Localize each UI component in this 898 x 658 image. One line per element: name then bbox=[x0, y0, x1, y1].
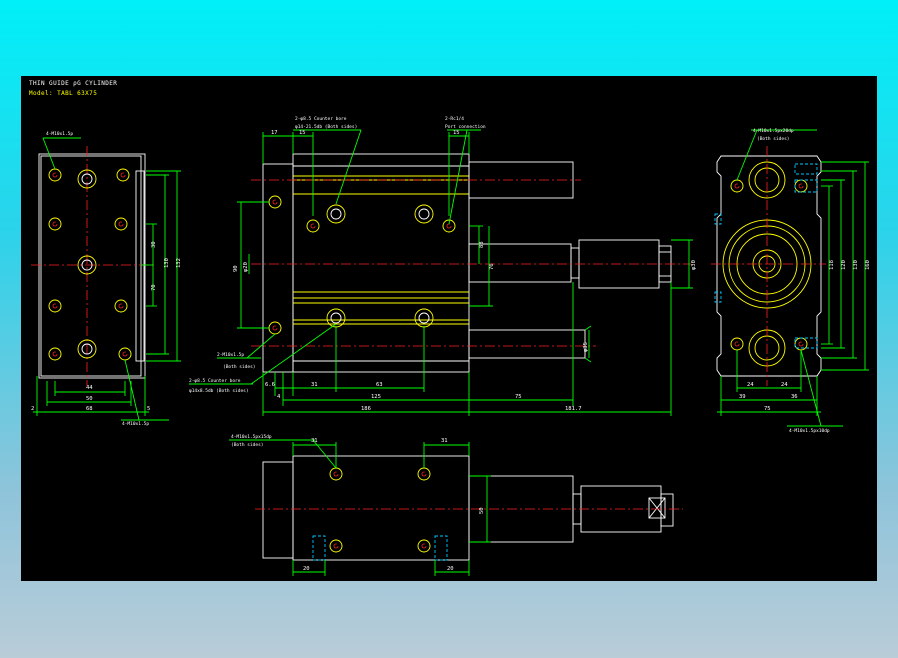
dim-160: 160 bbox=[865, 260, 871, 270]
dim-35: φ35 bbox=[583, 342, 589, 352]
dim-20b: 20 bbox=[447, 566, 454, 572]
dim-31c: 31 bbox=[311, 438, 318, 444]
callout-right-bottom: 4-M10x1.5px10dp bbox=[789, 428, 830, 434]
callout-side-top2b: Port connection bbox=[445, 124, 486, 130]
dim-50: 50 bbox=[86, 396, 93, 402]
dim-5: 5 bbox=[147, 406, 150, 412]
dim-130b: 130 bbox=[853, 260, 859, 270]
front-bolt-holes bbox=[48, 168, 132, 361]
dim-39: 39 bbox=[739, 394, 746, 400]
callout-side-mid1b: (Both sides) bbox=[223, 364, 256, 370]
dim-90: 90 bbox=[233, 265, 239, 272]
bottom-view: 4-M10x1.5px15dp (Both sides) 31 31 50 20… bbox=[229, 434, 683, 576]
dim-120: 120 bbox=[841, 260, 847, 270]
drawing-svg: 4-M10x1.5p 4-M10x1.5p 44 50 68 2 5 70 30… bbox=[31, 116, 871, 576]
dim-2: 2 bbox=[31, 406, 34, 412]
dim-30b: φ30 bbox=[691, 260, 697, 270]
dim-20a: 20 bbox=[303, 566, 310, 572]
dim-132: 132 bbox=[176, 258, 182, 268]
dim-125: 125 bbox=[371, 394, 381, 400]
dim-24a: 24 bbox=[747, 382, 754, 388]
callout-side-mid2: 2-φ8.5 Counter bore bbox=[189, 378, 241, 384]
dim-31d: 31 bbox=[441, 438, 448, 444]
callout-right-top: 4-M10x1.5px20dp bbox=[753, 128, 794, 134]
callout-bottom-topb: (Both sides) bbox=[231, 442, 264, 448]
callout-front-bottom: 4-M10x1.5p bbox=[122, 421, 149, 427]
callout-side-top1: 2-φ8.5 Counter bore bbox=[295, 116, 347, 122]
callout-front-top: 4-M10x1.5p bbox=[46, 131, 73, 137]
dim-130: 130 bbox=[164, 258, 170, 268]
dim-20: φ20 bbox=[243, 262, 249, 272]
dim-118: 118 bbox=[829, 260, 835, 270]
dim-88: 88 bbox=[479, 241, 485, 248]
dim-15b: 15 bbox=[453, 130, 460, 136]
side-holes bbox=[268, 195, 456, 335]
callout-side-mid1: 2-M10x1.5p bbox=[217, 352, 244, 358]
dim-17: 17 bbox=[271, 130, 278, 136]
dim-15a: 15 bbox=[299, 130, 306, 136]
dim-36: 36 bbox=[791, 394, 798, 400]
callout-right-topb: (Both sides) bbox=[757, 136, 790, 142]
dim-68: 68 bbox=[86, 406, 93, 412]
dim-76: 76 bbox=[489, 263, 495, 270]
cad-drawing-canvas: THIN GUIDE ρG CYLINDER Model: TABL 63X75 bbox=[21, 76, 877, 581]
dim-75b: 75 bbox=[764, 406, 771, 412]
callout-side-top2: 2-Rc1/4 bbox=[445, 116, 464, 122]
dim-4: 4 bbox=[277, 394, 281, 400]
dim-31: 31 bbox=[311, 382, 318, 388]
dim-181-7: 181.7 bbox=[565, 406, 582, 412]
dim-6: 6.6 bbox=[265, 382, 275, 388]
dim-44: 44 bbox=[86, 385, 93, 391]
dim-70: 70 bbox=[151, 284, 157, 291]
dim-75: 75 bbox=[515, 394, 522, 400]
dim-50b: 50 bbox=[479, 507, 485, 514]
dim-30: 30 bbox=[151, 241, 157, 248]
end-view: 4-M10x1.5px20dp (Both sides) 4-M10x1.5px… bbox=[711, 128, 871, 434]
dim-24b: 24 bbox=[781, 382, 788, 388]
dim-186: 186 bbox=[361, 406, 371, 412]
front-view: 4-M10x1.5p 4-M10x1.5p 44 50 68 2 5 70 30… bbox=[31, 131, 182, 427]
callout-side-mid2b: φ14x8.5db (Both sides) bbox=[189, 388, 249, 394]
callout-bottom-top: 4-M10x1.5px15dp bbox=[231, 434, 272, 440]
side-view: 2-φ8.5 Counter bore φ14-21.5db (Both sid… bbox=[189, 116, 697, 416]
dim-63: 63 bbox=[376, 382, 383, 388]
